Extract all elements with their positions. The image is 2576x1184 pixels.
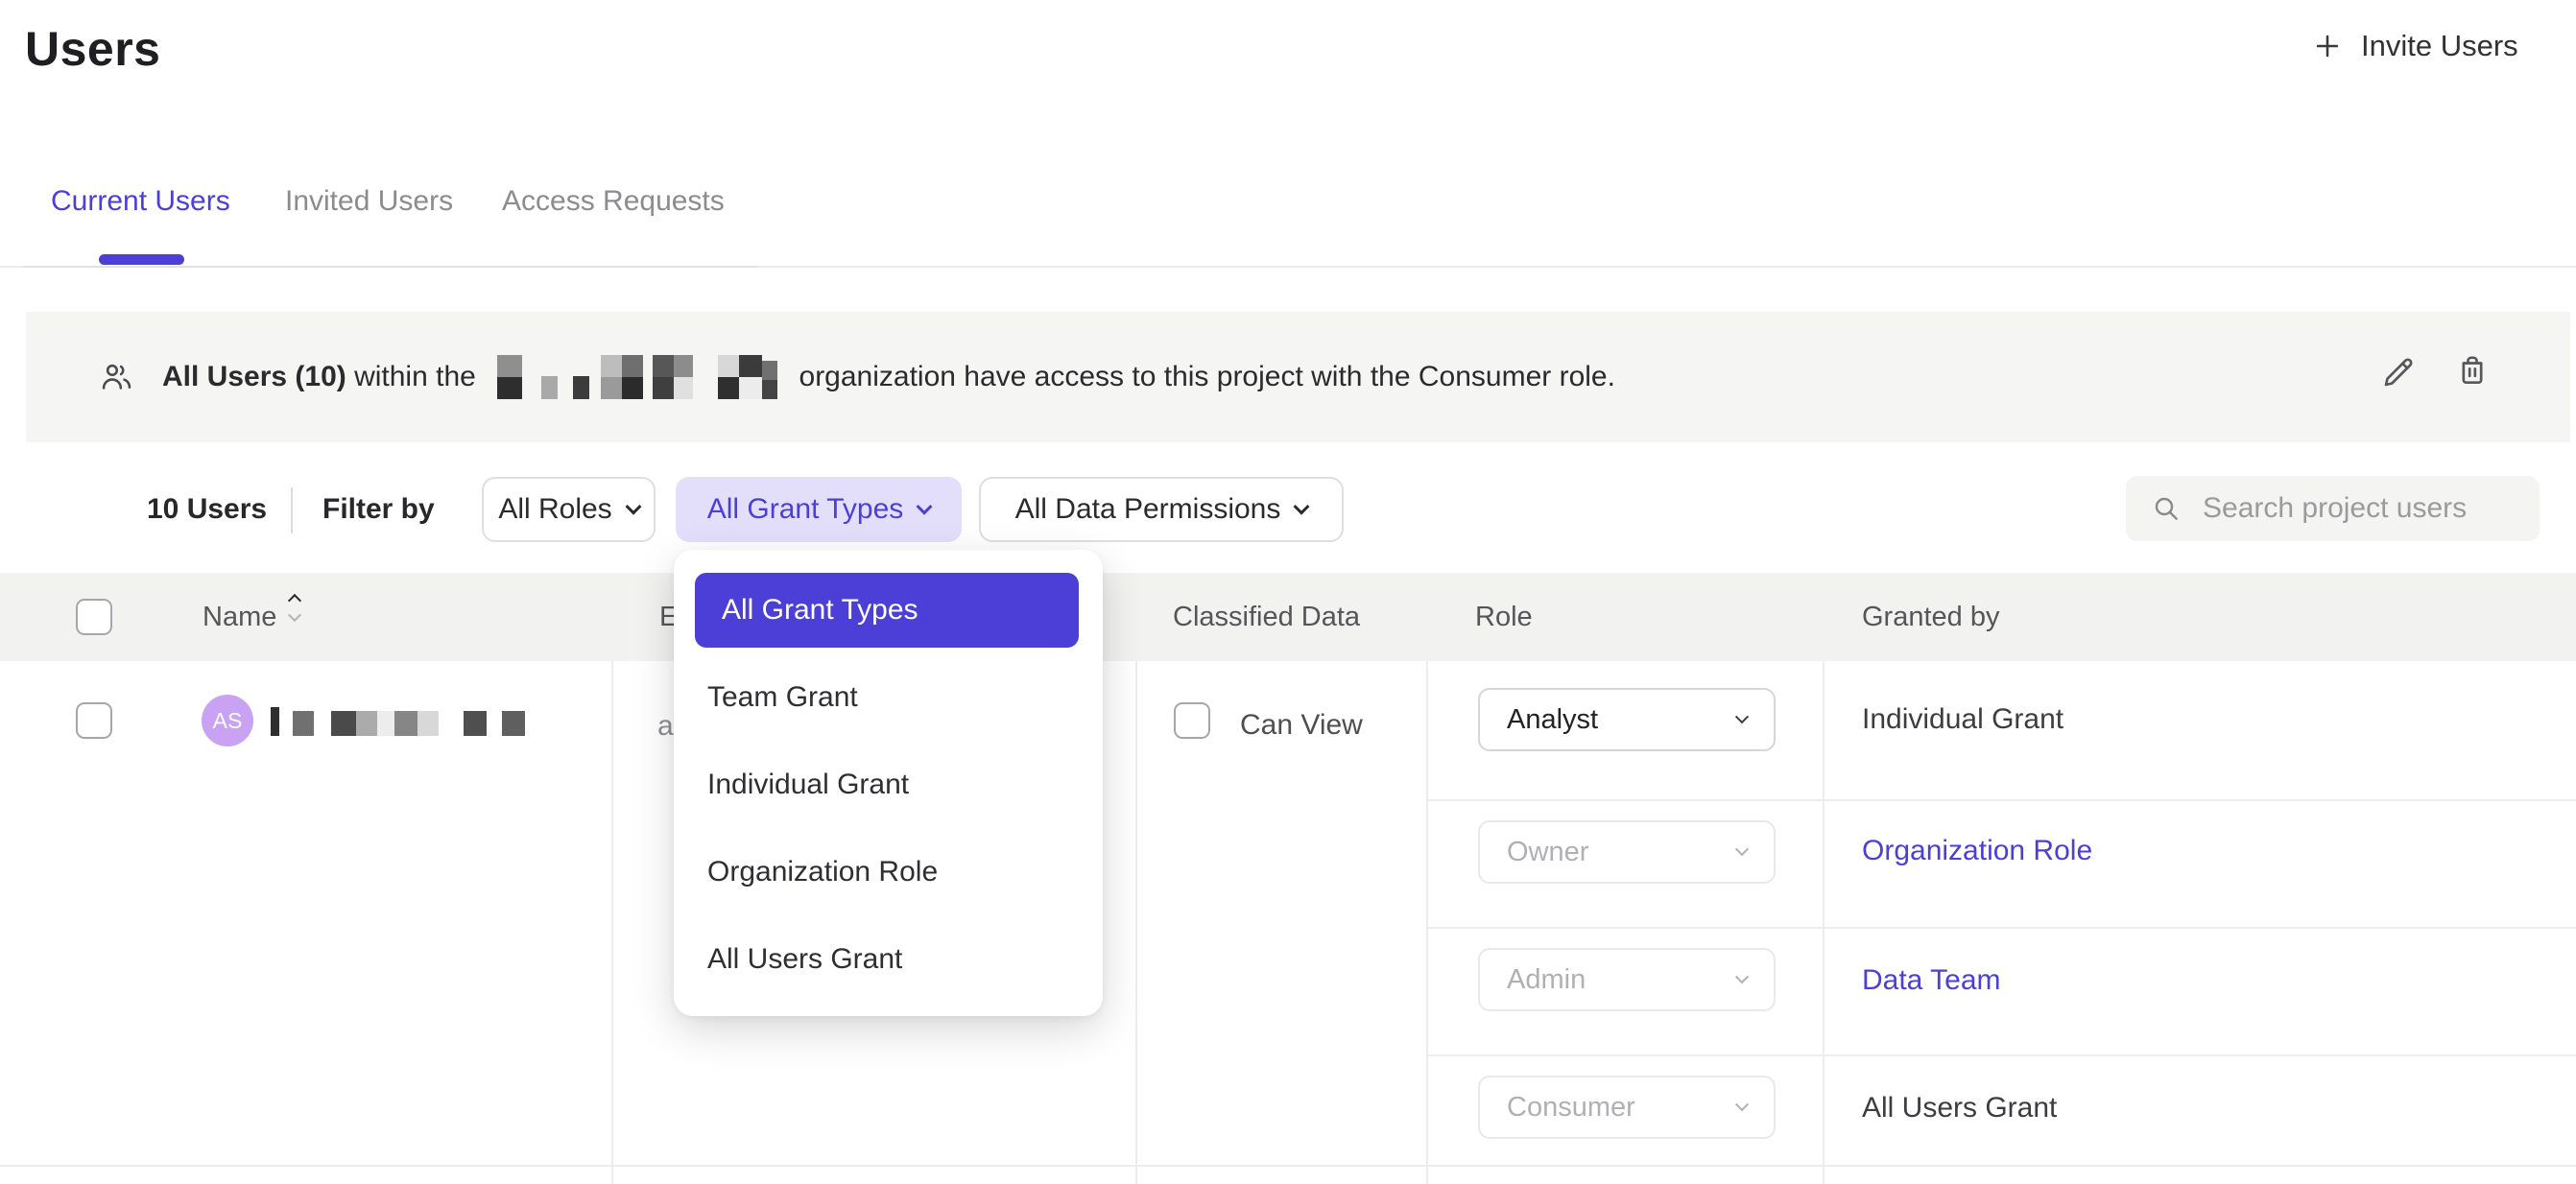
page-title: Users — [25, 21, 161, 77]
column-header-classified: Classified Data — [1173, 573, 1360, 661]
banner-bold: All Users (10) — [162, 361, 346, 393]
filter-divider — [291, 487, 293, 533]
pencil-icon — [2379, 353, 2418, 391]
grant-row-divider — [1427, 927, 2576, 929]
can-view-checkbox[interactable] — [1174, 702, 1210, 739]
sort-icon[interactable] — [290, 596, 299, 620]
role-select-owner: Owner — [1478, 820, 1776, 884]
column-divider — [611, 661, 613, 1184]
can-view-label: Can View — [1240, 709, 1363, 742]
filter-by-label: Filter by — [322, 493, 435, 526]
grant-row-divider — [1427, 1054, 2576, 1056]
tabs-divider-dark — [23, 266, 758, 268]
redacted-user-name — [271, 707, 525, 736]
chevron-down-icon — [1294, 499, 1310, 515]
role-select-admin: Admin — [1478, 948, 1776, 1011]
column-divider — [1135, 661, 1137, 1184]
search-icon — [2151, 493, 2182, 524]
granted-by-value: Individual Grant — [1862, 703, 2063, 736]
role-select-analyst[interactable]: Analyst — [1478, 688, 1776, 751]
grant-types-dropdown-menu: All Grant Types Team Grant Individual Gr… — [674, 550, 1103, 1016]
granted-by-link[interactable]: Data Team — [1862, 964, 2001, 997]
active-tab-indicator — [99, 254, 184, 265]
chevron-down-icon — [1735, 1098, 1749, 1111]
dropdown-item-all-users-grant[interactable]: All Users Grant — [707, 943, 902, 976]
select-all-checkbox[interactable] — [76, 599, 112, 635]
dropdown-item-organization-role[interactable]: Organization Role — [707, 856, 938, 888]
search-placeholder: Search project users — [2203, 492, 2467, 525]
column-header-granted-by: Granted by — [1862, 573, 1999, 661]
all-roles-filter[interactable]: All Roles — [482, 477, 656, 542]
avatar: AS — [202, 695, 253, 746]
users-icon — [99, 360, 133, 394]
dropdown-item-individual-grant[interactable]: Individual Grant — [707, 769, 909, 801]
invite-users-button[interactable]: Invite Users — [2311, 29, 2518, 63]
grant-row-divider — [1427, 799, 2576, 801]
tab-access-requests[interactable]: Access Requests — [502, 185, 725, 218]
invite-users-label: Invite Users — [2361, 29, 2518, 63]
dropdown-item-all-grant-types[interactable]: All Grant Types — [695, 573, 1079, 648]
column-divider — [1426, 661, 1428, 1184]
tab-invited-users[interactable]: Invited Users — [285, 185, 453, 218]
chevron-down-icon — [1735, 970, 1749, 983]
granted-by-link[interactable]: Organization Role — [1862, 835, 2092, 867]
all-users-banner: All Users (10) within the organization h… — [26, 312, 2570, 442]
role-select-consumer: Consumer — [1478, 1076, 1776, 1139]
edit-grant-button[interactable] — [2379, 353, 2418, 391]
plus-icon — [2311, 30, 2344, 62]
row-divider — [0, 1165, 2576, 1167]
tab-current-users[interactable]: Current Users — [51, 185, 230, 218]
all-data-permissions-filter[interactable]: All Data Permissions — [979, 477, 1344, 542]
users-page: Users Invite Users Current Users Invited… — [0, 0, 2576, 1184]
row-checkbox[interactable] — [76, 702, 112, 739]
user-email: a — [657, 710, 674, 743]
delete-grant-button[interactable] — [2453, 351, 2492, 390]
chevron-down-icon — [917, 499, 933, 515]
table-header: Name Email Classified Data Role Granted … — [0, 573, 2576, 661]
column-divider — [1823, 661, 1825, 1184]
chevron-down-icon — [1735, 842, 1749, 856]
chevron-down-icon — [1735, 710, 1749, 723]
user-count: 10 Users — [147, 493, 267, 526]
column-header-role: Role — [1475, 573, 1533, 661]
dropdown-item-team-grant[interactable]: Team Grant — [707, 681, 858, 714]
all-grant-types-filter[interactable]: All Grant Types — [676, 477, 962, 542]
search-input[interactable]: Search project users — [2126, 476, 2540, 541]
column-header-name[interactable]: Name — [203, 573, 276, 661]
redacted-org-name — [497, 355, 777, 399]
banner-text: All Users (10) within the organization h… — [162, 355, 1615, 399]
granted-by-value: All Users Grant — [1862, 1092, 2057, 1125]
chevron-down-icon — [625, 499, 641, 515]
trash-icon — [2453, 351, 2492, 390]
